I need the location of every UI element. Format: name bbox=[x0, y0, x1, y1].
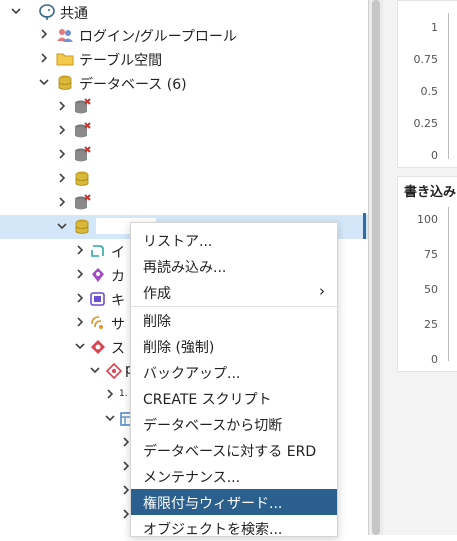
event-trigger-icon bbox=[89, 242, 107, 260]
tree-label-child: キ bbox=[111, 293, 125, 309]
y-tick-label: 50 bbox=[424, 283, 438, 296]
tree-row-database-disconnected[interactable] bbox=[0, 119, 368, 143]
scrollbar-thumb[interactable] bbox=[372, 0, 380, 535]
catalog-icon bbox=[89, 266, 107, 284]
menu-item-create-script[interactable]: CREATE スクリプト bbox=[131, 385, 337, 411]
tree-row-tablespaces[interactable]: テーブル空間 bbox=[0, 47, 368, 71]
chevron-down-icon[interactable] bbox=[74, 339, 86, 353]
schema-item-icon bbox=[105, 362, 123, 380]
context-menu: リストア... 再読み込み... 作成 › 削除 削除 (強制) バックアップ..… bbox=[130, 222, 338, 538]
menu-item-disconnect[interactable]: データベースから切断 bbox=[131, 411, 337, 437]
menu-item-backup[interactable]: バックアップ... bbox=[131, 359, 337, 385]
selection-marker bbox=[363, 213, 366, 239]
database-icon bbox=[73, 170, 91, 188]
tree-label-databases: データベース (6) bbox=[79, 77, 187, 93]
chevron-right-icon[interactable] bbox=[38, 51, 50, 65]
tree-scrollbar[interactable] bbox=[368, 0, 383, 535]
y-tick-label: 75 bbox=[424, 248, 438, 261]
database-disconnected-icon bbox=[73, 146, 91, 164]
y-tick-label: 0.75 bbox=[413, 53, 439, 66]
chevron-right-icon[interactable] bbox=[74, 315, 86, 329]
menu-item-erd[interactable]: データベースに対する ERD bbox=[131, 437, 337, 463]
chevron-right-icon[interactable] bbox=[104, 387, 116, 401]
chevron-right-icon[interactable] bbox=[56, 171, 68, 185]
tree-label-child: ス bbox=[111, 341, 125, 357]
user-group-icon bbox=[56, 26, 74, 44]
menu-item-create[interactable]: 作成 › bbox=[131, 279, 337, 305]
tree-label-child: サ bbox=[111, 317, 125, 333]
tree-row-databases[interactable]: データベース (6) bbox=[0, 71, 368, 95]
menu-item-restore[interactable]: リストア... bbox=[131, 227, 337, 253]
menu-item-maintenance[interactable]: メンテナンス... bbox=[131, 463, 337, 489]
database-icon bbox=[73, 218, 91, 236]
y-tick-label: 0.5 bbox=[420, 85, 439, 98]
dashboard-panel: 1 0.75 0.5 0.25 0 書き込み 100 75 50 25 0 bbox=[383, 0, 457, 535]
chevron-right-icon[interactable] bbox=[74, 243, 86, 257]
database-disconnected-icon bbox=[73, 194, 91, 212]
tree-label-server: 共通 bbox=[60, 6, 88, 22]
menu-item-delete-force[interactable]: 削除 (強制) bbox=[131, 333, 337, 359]
database-disconnected-icon bbox=[73, 122, 91, 140]
tree-row-database-disconnected[interactable] bbox=[0, 95, 368, 119]
tree-label-child: カ bbox=[111, 269, 125, 285]
tree-row-server[interactable]: 共通 bbox=[0, 0, 368, 24]
chevron-right-icon[interactable] bbox=[56, 195, 68, 209]
tree-row-database[interactable] bbox=[0, 167, 368, 191]
tree-label-tablespaces: テーブル空間 bbox=[79, 53, 163, 69]
y-tick-label: 100 bbox=[417, 213, 438, 226]
extension-icon bbox=[89, 290, 107, 308]
chevron-down-icon[interactable] bbox=[104, 411, 116, 425]
subscription-icon bbox=[89, 314, 107, 332]
tree-row-database-disconnected[interactable] bbox=[0, 143, 368, 167]
chevron-right-icon: › bbox=[319, 282, 325, 300]
chevron-right-icon[interactable] bbox=[74, 291, 86, 305]
tree-row-database-disconnected[interactable] bbox=[0, 191, 368, 215]
chart-card: 書き込み 100 75 50 25 0 bbox=[397, 176, 457, 372]
y-tick-label: 0 bbox=[431, 353, 438, 366]
chart-title: 書き込み bbox=[404, 185, 457, 200]
chevron-down-icon[interactable] bbox=[10, 4, 22, 18]
y-tick-label: 0 bbox=[431, 149, 438, 162]
chevron-right-icon[interactable] bbox=[74, 267, 86, 281]
tree-label-child: イ bbox=[111, 245, 125, 261]
tree-label-child: 1. bbox=[119, 389, 128, 399]
tree-label-login-roles: ログイン/グループロール bbox=[79, 29, 237, 45]
menu-item-search-objects[interactable]: オブジェクトを検索... bbox=[131, 515, 337, 541]
database-icon bbox=[56, 74, 74, 92]
chevron-down-icon[interactable] bbox=[56, 219, 68, 233]
chevron-right-icon[interactable] bbox=[56, 123, 68, 137]
y-axis bbox=[448, 13, 449, 159]
postgres-elephant-icon bbox=[38, 3, 56, 21]
chevron-right-icon[interactable] bbox=[56, 147, 68, 161]
tree-row-login-roles[interactable]: ログイン/グループロール bbox=[0, 23, 368, 47]
y-tick-label: 25 bbox=[424, 318, 438, 331]
menu-item-delete[interactable]: 削除 bbox=[131, 307, 337, 333]
chevron-right-icon[interactable] bbox=[38, 27, 50, 41]
y-tick-label: 1 bbox=[431, 21, 438, 34]
folder-icon bbox=[56, 50, 74, 68]
database-disconnected-icon bbox=[73, 98, 91, 116]
menu-item-grant-wizard[interactable]: 権限付与ウィザード... bbox=[131, 489, 337, 515]
y-axis bbox=[448, 207, 449, 361]
menu-item-refresh[interactable]: 再読み込み... bbox=[131, 253, 337, 279]
y-tick-label: 0.25 bbox=[413, 117, 439, 130]
chevron-right-icon[interactable] bbox=[56, 99, 68, 113]
chevron-down-icon[interactable] bbox=[89, 363, 101, 377]
schema-icon bbox=[89, 338, 107, 356]
chart-card: 1 0.75 0.5 0.25 0 bbox=[397, 0, 457, 168]
chevron-down-icon[interactable] bbox=[38, 75, 50, 89]
